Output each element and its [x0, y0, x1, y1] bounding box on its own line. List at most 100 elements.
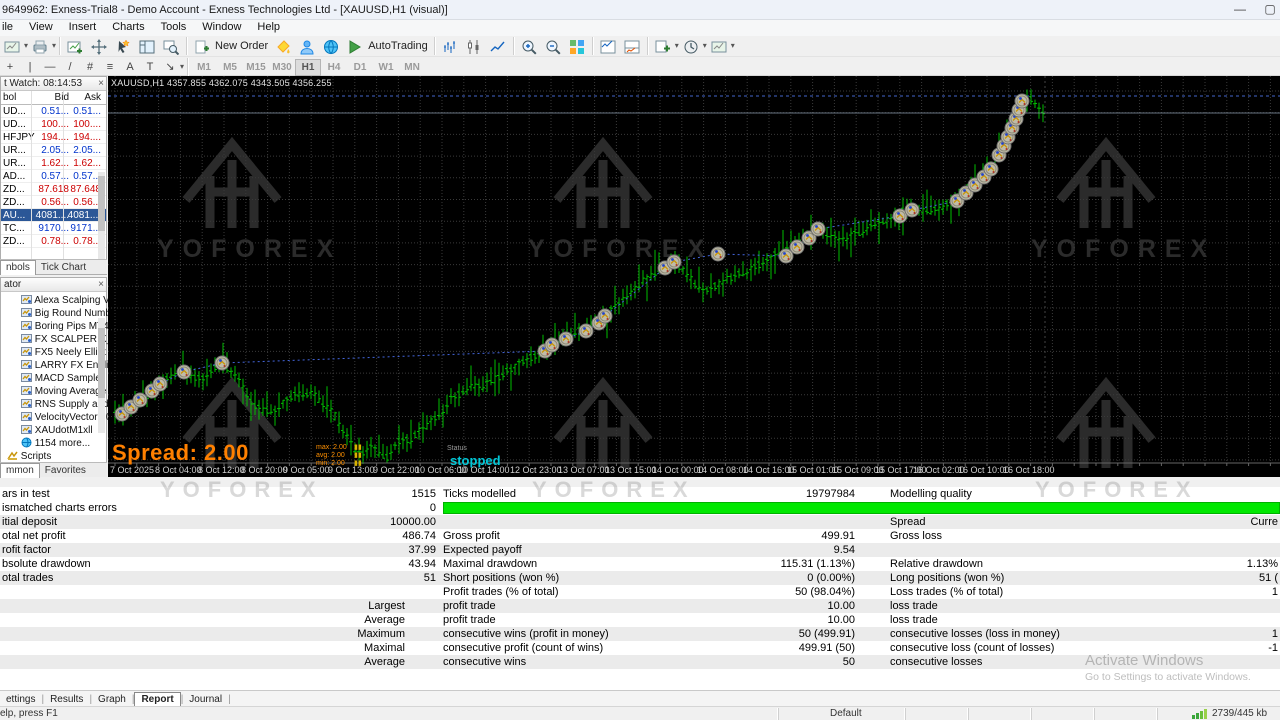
- new-order-button[interactable]: [191, 36, 213, 56]
- trade-marker[interactable]: [904, 202, 920, 218]
- timeframe-m15[interactable]: M15: [243, 60, 269, 77]
- trade-marker[interactable]: [1014, 93, 1030, 109]
- menu-item-ile[interactable]: ile: [0, 20, 21, 36]
- new-chart-button[interactable]: [64, 36, 86, 56]
- text-label-tool[interactable]: T: [141, 59, 159, 77]
- timeframe-mn[interactable]: MN: [399, 60, 425, 77]
- bar-chart-button[interactable]: [439, 36, 461, 56]
- styles-button[interactable]: [272, 36, 294, 56]
- template-button-dropdown[interactable]: ▾: [731, 36, 735, 56]
- tester-tab-results[interactable]: Results: [44, 693, 89, 706]
- market-watch-row[interactable]: ZD... 0.56... 0.56...: [1, 196, 106, 209]
- navigator-tab-mmon[interactable]: mmon: [0, 463, 40, 478]
- accounts-button[interactable]: [296, 36, 318, 56]
- line-chart-button[interactable]: [487, 36, 509, 56]
- close-icon[interactable]: ×: [98, 278, 104, 291]
- indicator-window-alt-button[interactable]: [621, 36, 643, 56]
- trade-marker[interactable]: [152, 376, 168, 392]
- maximize-button[interactable]: ▢: [1255, 0, 1280, 20]
- close-icon[interactable]: ×: [98, 77, 104, 90]
- scrollbar[interactable]: [98, 318, 105, 433]
- chart-profile-button-dropdown[interactable]: ▾: [24, 36, 28, 56]
- period-button-dropdown[interactable]: ▾: [703, 36, 707, 56]
- column-symbol[interactable]: bol: [3, 91, 16, 104]
- trade-marker[interactable]: [176, 364, 192, 380]
- menu-item-window[interactable]: Window: [194, 20, 249, 36]
- period-button[interactable]: [680, 36, 702, 56]
- trade-marker[interactable]: [132, 392, 148, 408]
- column-ask[interactable]: Ask: [63, 91, 101, 104]
- market-watch-row[interactable]: ZD... 0.78... 0.78...: [1, 235, 106, 248]
- news-button[interactable]: [320, 36, 342, 56]
- template-button[interactable]: [708, 36, 730, 56]
- navigator-item[interactable]: XAUdotM1xll: [1, 424, 106, 437]
- trade-marker[interactable]: [710, 246, 726, 262]
- trade-marker[interactable]: [578, 323, 594, 339]
- tester-tab-journal[interactable]: Journal: [183, 693, 228, 706]
- market-watch-tab-tick-chart[interactable]: Tick Chart: [36, 261, 91, 276]
- zoom-out-button[interactable]: [542, 36, 564, 56]
- navigator-item[interactable]: Moving Average: [1, 385, 106, 398]
- menu-item-charts[interactable]: Charts: [104, 20, 152, 36]
- trendline-tool[interactable]: /: [61, 59, 79, 77]
- timeframe-h4[interactable]: H4: [321, 60, 347, 77]
- windows-layout-button[interactable]: [136, 36, 158, 56]
- data-window-button[interactable]: [160, 36, 182, 56]
- autotrading-button-label[interactable]: AutoTrading: [367, 36, 431, 56]
- add-indicator-button-dropdown[interactable]: ▾: [675, 36, 679, 56]
- zoom-in-button[interactable]: [518, 36, 540, 56]
- scrollbar[interactable]: [98, 172, 105, 267]
- navigator-item[interactable]: LARRY FX English: [1, 359, 119, 372]
- navigator-item[interactable]: Alexa Scalping V3: [1, 294, 115, 307]
- tester-tab-graph[interactable]: Graph: [92, 693, 132, 706]
- timeframe-h1[interactable]: H1: [295, 59, 322, 76]
- scrollbar-thumb[interactable]: [98, 328, 105, 398]
- timeframe-w1[interactable]: W1: [373, 60, 399, 77]
- arrows-tool[interactable]: ↘: [161, 59, 179, 77]
- trade-marker[interactable]: [666, 254, 682, 270]
- new-order-button-label[interactable]: New Order: [214, 36, 271, 56]
- market-watch-row[interactable]: ZD... 87.618 87.648: [1, 183, 106, 196]
- navigator-item[interactable]: FX SCALPER X_2.0: [1, 333, 126, 346]
- market-watch-row[interactable]: HFJPY 194.... 194....: [1, 131, 106, 144]
- navigator-item[interactable]: Big Round Numb: [1, 307, 111, 320]
- fibonacci-tool[interactable]: ≡: [101, 59, 119, 77]
- market-watch-tab-nbols[interactable]: nbols: [0, 260, 36, 275]
- trade-marker[interactable]: [789, 239, 805, 255]
- navigator-item-more[interactable]: 1154 more...: [1, 437, 106, 450]
- market-watch-row[interactable]: UR... 2.05... 2.05...: [1, 144, 106, 157]
- navigator-item[interactable]: FX5 Neely Elliot W: [1, 346, 118, 359]
- navigator-item[interactable]: MACD Sample: [1, 372, 106, 385]
- market-watch-row[interactable]: TC... 9170... 9171...: [1, 222, 106, 235]
- timeframe-m30[interactable]: M30: [269, 60, 295, 77]
- arrows-dropdown[interactable]: ▾: [180, 57, 184, 77]
- tester-tab-ettings[interactable]: ettings: [0, 693, 41, 706]
- market-watch-row[interactable]: AU... 4081.... 4081....: [1, 209, 106, 222]
- trade-marker[interactable]: [597, 308, 613, 324]
- tile-windows-button[interactable]: [566, 36, 588, 56]
- menu-item-view[interactable]: View: [21, 20, 61, 36]
- trade-marker[interactable]: [558, 331, 574, 347]
- vertical-line-tool[interactable]: |: [21, 59, 39, 77]
- chart-window[interactable]: YOFOREX YOFOREX YOFOREX XAUUSD,H1 4357.855…: [108, 76, 1280, 477]
- print-button[interactable]: [29, 36, 51, 56]
- trade-marker[interactable]: [810, 221, 826, 237]
- menu-item-tools[interactable]: Tools: [153, 20, 195, 36]
- market-watch-row[interactable]: UD... 0.51... 0.51...: [1, 105, 106, 118]
- channel-tool[interactable]: #: [81, 59, 99, 77]
- navigator-tab-favorites[interactable]: Favorites: [40, 464, 91, 479]
- cursor-button[interactable]: [112, 36, 134, 56]
- candlestick-chart-button[interactable]: [463, 36, 485, 56]
- navigator-item[interactable]: Boring Pips MT4_: [1, 320, 114, 333]
- timeframe-m5[interactable]: M5: [217, 60, 243, 77]
- navigator-item[interactable]: RNS Supply and D: [1, 398, 119, 411]
- timeframe-m1[interactable]: M1: [191, 60, 217, 77]
- trade-marker[interactable]: [544, 337, 560, 353]
- trade-marker[interactable]: [983, 161, 999, 177]
- minimize-button[interactable]: —: [1225, 0, 1255, 20]
- market-watch-row[interactable]: UD... 100.... 100....: [1, 118, 106, 131]
- crosshair-button[interactable]: [88, 36, 110, 56]
- menu-item-help[interactable]: Help: [249, 20, 288, 36]
- indicator-window-button[interactable]: [597, 36, 619, 56]
- horizontal-line-tool[interactable]: —: [41, 59, 59, 77]
